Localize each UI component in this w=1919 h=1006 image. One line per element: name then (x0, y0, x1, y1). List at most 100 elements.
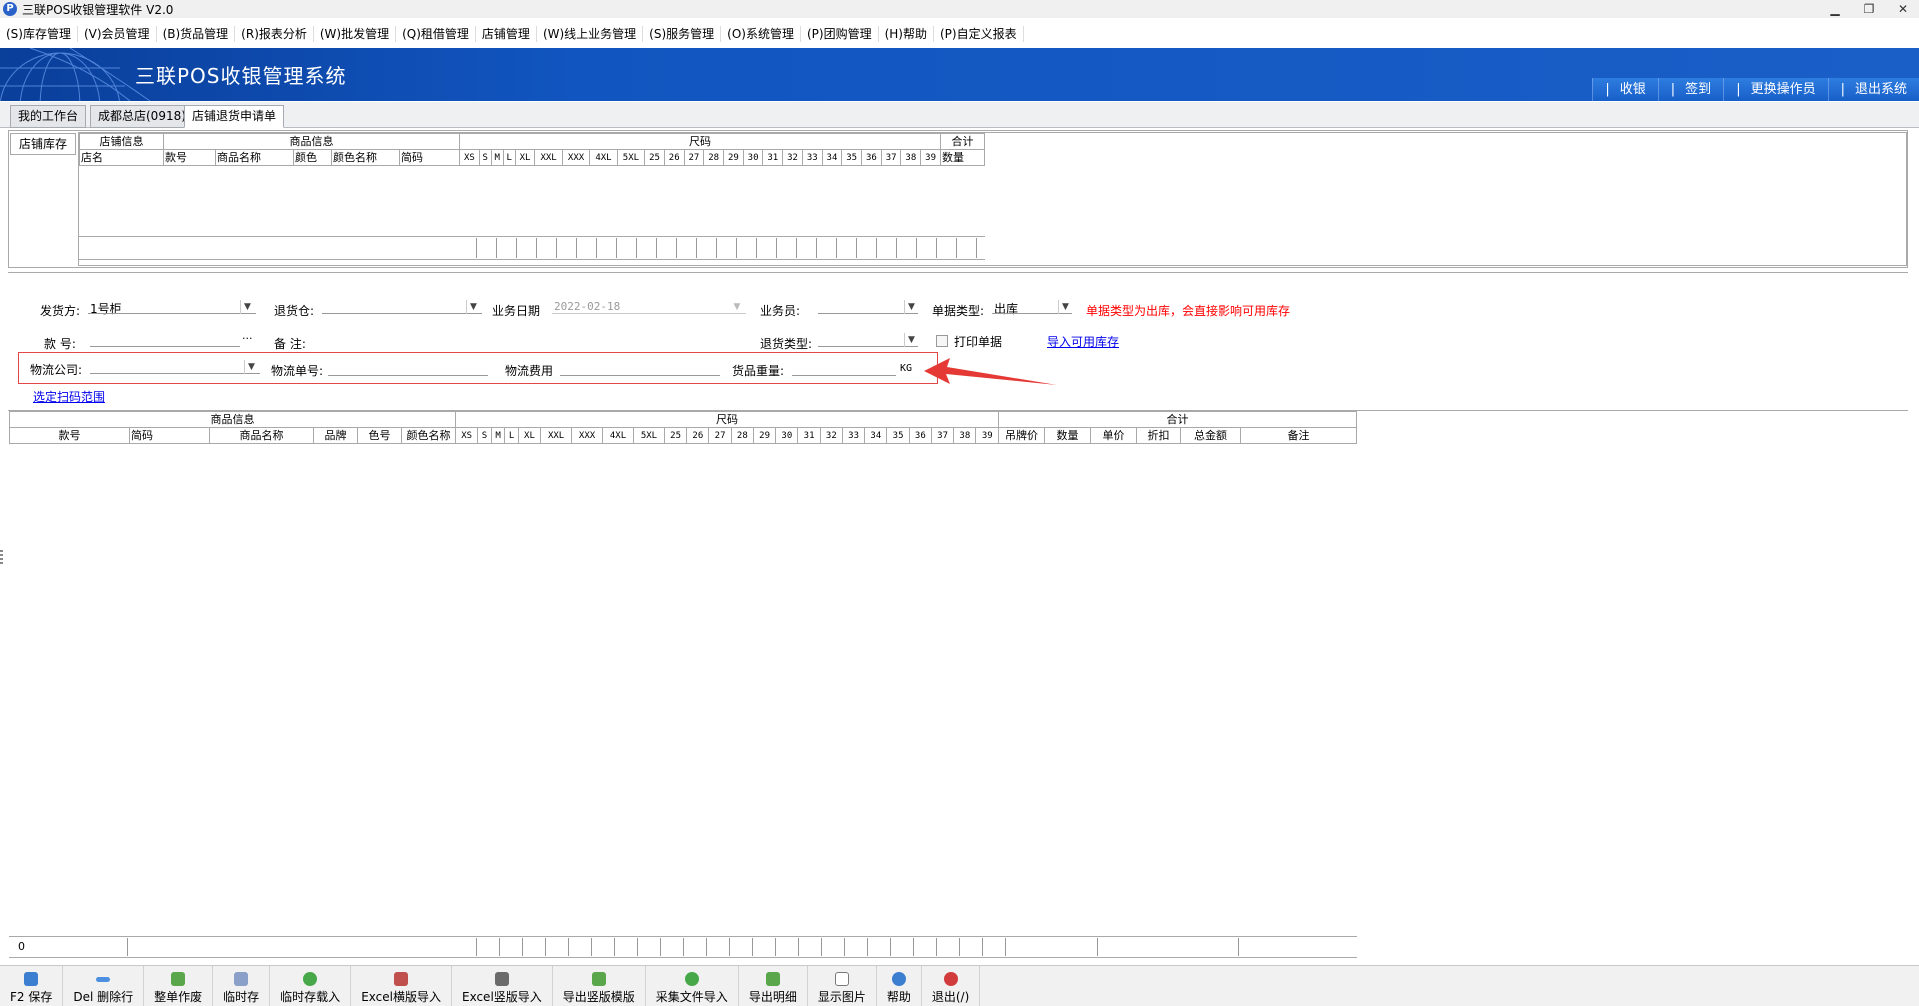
detail-size-cell[interactable]: 35 (886, 427, 910, 444)
detail-col-style-no[interactable]: 款号 (9, 427, 130, 444)
exit-system-link[interactable]: 退出系统 (1827, 78, 1919, 101)
style-no-input[interactable] (90, 333, 240, 347)
inv-size-cell[interactable]: XXL (534, 149, 563, 166)
inv-col-color-name[interactable]: 颜色名称 (331, 149, 400, 166)
logistics-company-dropdown-icon[interactable]: ▼ (244, 360, 258, 374)
inv-size-cell[interactable]: 37 (880, 149, 902, 166)
print-checkbox[interactable] (936, 335, 948, 347)
inv-size-cell[interactable]: 25 (644, 149, 665, 166)
menu-service[interactable]: (S)服务管理 (643, 26, 722, 42)
restore-button[interactable]: ❐ (1858, 1, 1880, 17)
return-type-dropdown-icon[interactable]: ▼ (904, 333, 918, 347)
sender-dropdown-icon[interactable]: ▼ (240, 300, 254, 314)
detail-size-cell[interactable]: 26 (686, 427, 710, 444)
inv-size-cell[interactable]: 39 (920, 149, 941, 166)
import-stock-link[interactable]: 导入可用库存 (1047, 333, 1119, 350)
menu-report[interactable]: (R)报表分析 (235, 26, 314, 42)
detail-size-cell[interactable]: XXX (571, 427, 604, 444)
collect-file-import-button[interactable]: 采集文件导入 (646, 966, 739, 1006)
detail-size-cell[interactable]: 38 (953, 427, 977, 444)
inv-size-cell[interactable]: XL (514, 149, 536, 166)
inv-size-cell[interactable]: 5XL (616, 149, 646, 166)
inv-col-color[interactable]: 颜色 (293, 149, 332, 166)
export-detail-button[interactable]: 导出明细 (739, 966, 808, 1006)
salesman-dropdown-icon[interactable]: ▼ (904, 300, 918, 314)
inv-size-cell[interactable]: 35 (841, 149, 863, 166)
salesman-select[interactable] (818, 300, 918, 314)
detail-size-cell[interactable]: 33 (841, 427, 866, 444)
inv-size-cell[interactable]: 38 (900, 149, 922, 166)
detail-size-cell[interactable]: 34 (864, 427, 888, 444)
exit-button[interactable]: 退出(/) (922, 966, 981, 1006)
excel-vertical-import-button[interactable]: Excel竖版导入 (452, 966, 553, 1006)
detail-col-tag-price[interactable]: 吊牌价 (998, 427, 1045, 444)
detail-size-cell[interactable]: XL (517, 427, 542, 444)
detail-col-price[interactable]: 单价 (1090, 427, 1137, 444)
save-button[interactable]: F2 保存 (0, 966, 64, 1006)
detail-size-cell[interactable]: 32 (819, 427, 843, 444)
menu-groupbuy[interactable]: (P)团购管理 (801, 26, 879, 42)
inv-size-cell[interactable]: 36 (861, 149, 882, 166)
menu-wholesale[interactable]: (W)批发管理 (314, 26, 397, 42)
menu-help[interactable]: (H)帮助 (879, 26, 934, 42)
menu-custom-report[interactable]: (P)自定义报表 (934, 26, 1024, 42)
temp-load-button[interactable]: 临时存载入 (270, 966, 352, 1006)
menu-inventory[interactable]: (S)库存管理 (0, 26, 78, 42)
menu-goods[interactable]: (B)货品管理 (157, 26, 236, 42)
detail-size-cell[interactable]: 4XL (602, 427, 634, 444)
close-button[interactable]: ✕ (1892, 1, 1914, 17)
inv-col-store-name[interactable]: 店名 (79, 149, 164, 166)
splitter-handle[interactable] (0, 550, 3, 564)
inv-size-cell[interactable]: 32 (782, 149, 803, 166)
logistics-company-select[interactable] (90, 360, 260, 374)
inv-col-style-no[interactable]: 款号 (163, 149, 216, 166)
tab-store-return[interactable]: 店铺退货申请单 (184, 105, 285, 128)
detail-col-remark[interactable]: 备注 (1240, 427, 1357, 444)
tab-store-chengdu[interactable]: 成都总店(0918) (90, 105, 194, 128)
return-type-select[interactable] (818, 333, 918, 347)
menu-member[interactable]: (V)会员管理 (78, 26, 157, 42)
menu-rental[interactable]: (Q)租借管理 (396, 26, 476, 42)
switch-operator-link[interactable]: 更换操作员 (1723, 78, 1827, 101)
detail-col-color-name[interactable]: 颜色名称 (401, 427, 456, 444)
menu-store[interactable]: 店铺管理 (476, 26, 537, 42)
help-button[interactable]: 帮助 (877, 966, 922, 1006)
date-field[interactable] (552, 300, 746, 314)
detail-size-cell[interactable]: 25 (663, 427, 688, 444)
inv-size-cell[interactable]: L (502, 149, 516, 166)
inv-size-cell[interactable]: XXX (561, 149, 591, 166)
inv-size-cell[interactable]: 31 (762, 149, 784, 166)
cashier-link[interactable]: 收银 (1592, 78, 1657, 101)
inv-size-cell[interactable]: 27 (683, 149, 705, 166)
export-template-button[interactable]: 导出竖版模版 (553, 966, 646, 1006)
scan-range-link[interactable]: 选定扫码范围 (33, 388, 105, 405)
style-no-browse-button[interactable]: ··· (242, 332, 253, 345)
detail-col-discount[interactable]: 折扣 (1136, 427, 1181, 444)
inv-size-cell[interactable]: M (490, 149, 504, 166)
inv-size-cell[interactable]: 28 (703, 149, 725, 166)
detail-size-cell[interactable]: 39 (975, 427, 999, 444)
detail-size-cell[interactable]: XS (454, 427, 479, 444)
inventory-side-tab[interactable]: 店铺库存 (10, 133, 76, 155)
return-warehouse-dropdown-icon[interactable]: ▼ (466, 300, 480, 314)
inv-size-cell[interactable]: 33 (801, 149, 823, 166)
inv-size-cell[interactable]: S (478, 149, 492, 166)
detail-col-color-no[interactable]: 色号 (357, 427, 402, 444)
inv-size-cell[interactable]: 30 (742, 149, 764, 166)
inv-size-cell[interactable]: 29 (723, 149, 744, 166)
inv-col-code[interactable]: 简码 (399, 149, 460, 166)
inv-size-cell[interactable]: XS (459, 149, 480, 166)
doc-type-dropdown-icon[interactable]: ▼ (1058, 300, 1072, 314)
detail-size-cell[interactable]: 30 (775, 427, 799, 444)
inv-col-product-name[interactable]: 商品名称 (215, 149, 294, 166)
detail-col-code[interactable]: 简码 (129, 427, 210, 444)
signin-link[interactable]: 签到 (1657, 78, 1723, 101)
detail-size-cell[interactable]: 37 (930, 427, 955, 444)
detail-col-brand[interactable]: 品牌 (313, 427, 358, 444)
excel-horizontal-import-button[interactable]: Excel横版导入 (351, 966, 452, 1006)
inv-size-cell[interactable]: 34 (821, 149, 843, 166)
menu-system[interactable]: (O)系统管理 (721, 26, 801, 42)
detail-size-cell[interactable]: 28 (730, 427, 754, 444)
detail-size-cell[interactable]: 5XL (633, 427, 665, 444)
menu-online[interactable]: (W)线上业务管理 (537, 26, 644, 42)
